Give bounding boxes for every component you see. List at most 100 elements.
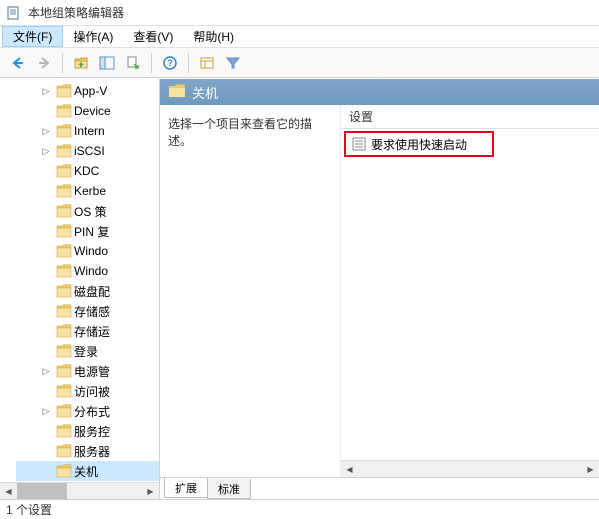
folder-icon: [56, 324, 72, 338]
tree-item[interactable]: PIN 复: [16, 221, 159, 241]
detail-tabs: 扩展 标准: [160, 477, 599, 499]
tree-item-label: 分布式: [74, 403, 110, 420]
back-button[interactable]: [6, 51, 30, 75]
tree-item[interactable]: 服务控: [16, 421, 159, 441]
folder-icon: [56, 124, 72, 138]
folder-icon: [56, 384, 72, 398]
export-list-button[interactable]: [121, 51, 145, 75]
show-hide-tree-button[interactable]: [95, 51, 119, 75]
folder-icon: [56, 204, 72, 218]
tree-item[interactable]: OS 策: [16, 201, 159, 221]
tree-item-label: 存储运: [74, 323, 110, 340]
folder-icon: [56, 404, 72, 418]
folder-icon: [56, 344, 72, 358]
folder-icon: [56, 144, 72, 158]
scroll-left-icon[interactable]: ◀: [0, 483, 17, 500]
tree-item[interactable]: 登录: [16, 341, 159, 361]
tree-item-label: Windo: [74, 244, 108, 258]
chevron-right-icon[interactable]: ▷: [40, 365, 52, 377]
detail-pane: 关机 选择一个项目来查看它的描述。 设置 要求使用快速启动: [160, 79, 599, 499]
chevron-right-icon[interactable]: ▷: [40, 85, 52, 97]
properties-button[interactable]: [195, 51, 219, 75]
menu-file[interactable]: 文件(F): [2, 26, 63, 47]
folder-icon: [56, 244, 72, 258]
tree-item[interactable]: ▷ App-V: [16, 81, 159, 101]
scroll-thumb[interactable]: [17, 483, 67, 499]
tab-standard[interactable]: 标准: [207, 479, 251, 499]
tree-item[interactable]: Windo: [16, 261, 159, 281]
status-text: 1 个设置: [6, 501, 52, 518]
tree-item-label: App-V: [74, 84, 107, 98]
column-header-setting[interactable]: 设置: [341, 105, 599, 129]
chevron-right-icon[interactable]: ▷: [40, 125, 52, 137]
tree-item[interactable]: 存储感: [16, 301, 159, 321]
tree-item[interactable]: Kerbe: [16, 181, 159, 201]
titlebar: 本地组策略编辑器: [0, 0, 599, 26]
folder-icon: [56, 84, 72, 98]
scroll-left-icon[interactable]: ◀: [341, 461, 358, 477]
tree-item-label: Device: [74, 104, 111, 118]
menu-action[interactable]: 操作(A): [63, 26, 123, 47]
setting-icon: [351, 136, 367, 152]
tree-item-label: iSCSI: [74, 144, 105, 158]
list-item[interactable]: 要求使用快速启动: [347, 133, 593, 155]
description-column: 选择一个项目来查看它的描述。: [160, 105, 340, 477]
tree-item[interactable]: Windo: [16, 241, 159, 261]
chevron-right-icon[interactable]: ▷: [40, 405, 52, 417]
menu-help[interactable]: 帮助(H): [183, 26, 244, 47]
tree-item[interactable]: 服务器: [16, 441, 159, 461]
list-item-label: 要求使用快速启动: [371, 136, 467, 153]
folder-icon: [56, 364, 72, 378]
tree-item[interactable]: ▷ Intern: [16, 121, 159, 141]
tree-item-label: 服务控: [74, 423, 110, 440]
folder-icon: [56, 464, 72, 478]
tree-item-label: 存储感: [74, 303, 110, 320]
tree-hscrollbar[interactable]: ◀ ▶: [0, 482, 159, 499]
tree-item-label: 磁盘配: [74, 283, 110, 300]
tree-item-label: 访问被: [74, 383, 110, 400]
folder-icon: [56, 284, 72, 298]
scroll-track[interactable]: [17, 483, 142, 499]
folder-icon: [56, 164, 72, 178]
detail-header: 关机: [160, 79, 599, 105]
tree-item[interactable]: 存储运: [16, 321, 159, 341]
tree-item-label: Intern: [74, 124, 105, 138]
up-button[interactable]: [69, 51, 93, 75]
tree-item[interactable]: KDC: [16, 161, 159, 181]
list-body: 要求使用快速启动: [341, 129, 599, 460]
folder-icon: [56, 184, 72, 198]
tree-item-label: KDC: [74, 164, 99, 178]
chevron-right-icon[interactable]: ▷: [40, 145, 52, 157]
forward-button[interactable]: [32, 51, 56, 75]
folder-icon: [168, 83, 186, 102]
detail-body: 选择一个项目来查看它的描述。 设置 要求使用快速启动 ◀ ▶: [160, 105, 599, 477]
settings-list: 设置 要求使用快速启动 ◀ ▶: [340, 105, 599, 477]
detail-hscrollbar[interactable]: ◀ ▶: [341, 460, 599, 477]
toolbar-separator: [188, 53, 189, 73]
tree-view[interactable]: ▷ App-V Device ▷ Intern ▷ iSCSI KDC KerbeOS 策 PIN…: [0, 79, 159, 482]
svg-text:?: ?: [167, 58, 173, 68]
help-button[interactable]: ?: [158, 51, 182, 75]
tree-item-label: 服务器: [74, 443, 110, 460]
tree-item[interactable]: ▷ iSCSI: [16, 141, 159, 161]
tree-item[interactable]: ▷ 分布式: [16, 401, 159, 421]
filter-button[interactable]: [221, 51, 245, 75]
tree-item[interactable]: 磁盘配: [16, 281, 159, 301]
scroll-right-icon[interactable]: ▶: [582, 461, 599, 477]
description-text: 选择一个项目来查看它的描述。: [168, 115, 332, 149]
folder-icon: [56, 444, 72, 458]
folder-icon: [56, 304, 72, 318]
window-title: 本地组策略编辑器: [28, 4, 124, 21]
folder-icon: [56, 104, 72, 118]
content-area: ▷ App-V Device ▷ Intern ▷ iSCSI KDC KerbeOS 策 PIN…: [0, 78, 599, 499]
tree-item-label: PIN 复: [74, 223, 109, 240]
app-icon: [6, 5, 22, 21]
tree-item[interactable]: Device: [16, 101, 159, 121]
tab-extended[interactable]: 扩展: [164, 478, 208, 498]
scroll-right-icon[interactable]: ▶: [142, 483, 159, 500]
tree-item[interactable]: 访问被: [16, 381, 159, 401]
scroll-track[interactable]: [358, 461, 582, 477]
tree-item[interactable]: 关机: [16, 461, 159, 481]
menu-view[interactable]: 查看(V): [123, 26, 183, 47]
tree-item[interactable]: ▷电源管: [16, 361, 159, 381]
